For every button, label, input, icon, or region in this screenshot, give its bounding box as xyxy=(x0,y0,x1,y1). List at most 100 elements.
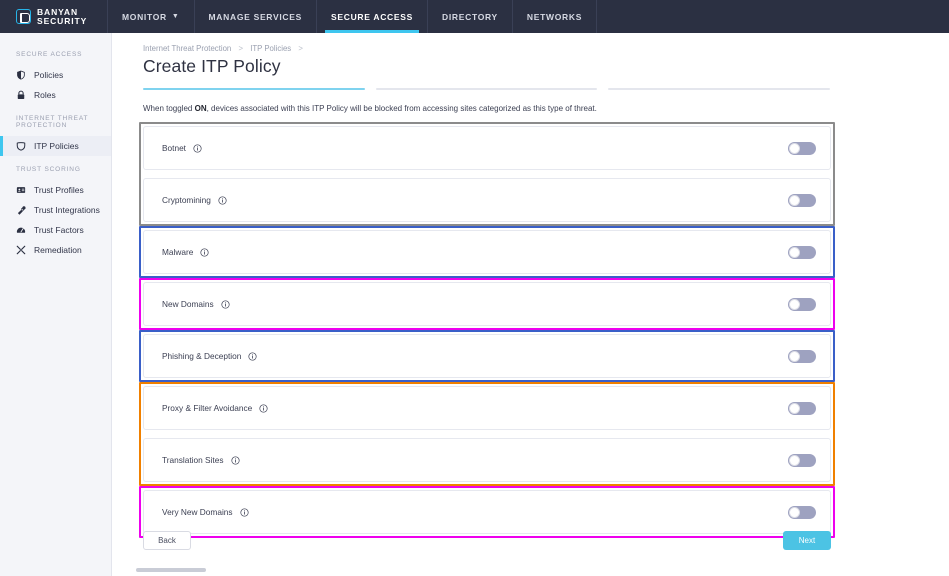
sidebar: SECURE ACCESS Policies Roles INTERNET THREA… xyxy=(0,33,112,576)
threat-label: Malware xyxy=(162,247,194,257)
sidebar-item-trust-factors[interactable]: Trust Factors xyxy=(0,220,111,240)
threat-row: Translation Sites xyxy=(143,438,831,482)
sidebar-item-label: Remediation xyxy=(34,245,82,255)
sidebar-item-itp-policies[interactable]: ITP Policies xyxy=(0,136,111,156)
info-icon[interactable] xyxy=(193,143,202,153)
toggle-knob xyxy=(789,350,800,362)
info-icon[interactable] xyxy=(248,351,257,361)
instruction-bold: ON xyxy=(194,104,207,113)
nav-item-directory[interactable]: DIRECTORY xyxy=(428,0,513,33)
sidebar-group-heading: INTERNET THREAT PROTECTION xyxy=(16,115,89,129)
threat-label: Phishing & Deception xyxy=(162,351,242,361)
sidebar-item-label: Trust Factors xyxy=(34,225,84,235)
toggle-knob xyxy=(789,194,800,206)
threat-row-label-group: Malware xyxy=(162,247,209,257)
wizard-step-1 xyxy=(143,88,365,90)
threat-toggle[interactable] xyxy=(788,245,816,259)
threat-row-label-group: Very New Domains xyxy=(162,507,249,517)
shield-icon xyxy=(16,70,26,80)
toggle-knob xyxy=(789,142,800,154)
threat-toggle[interactable] xyxy=(788,401,816,415)
info-icon[interactable] xyxy=(259,403,268,413)
threat-label: Cryptomining xyxy=(162,195,211,205)
breadcrumb-separator: > xyxy=(238,44,244,53)
threat-toggle[interactable] xyxy=(788,193,816,207)
instruction-suffix: , devices associated with this ITP Polic… xyxy=(206,104,597,113)
threat-row: Botnet xyxy=(143,126,831,170)
next-button[interactable]: Next xyxy=(783,531,831,550)
sidebar-item-label: ITP Policies xyxy=(34,141,79,151)
sidebar-item-label: Roles xyxy=(34,90,56,100)
sidebar-item-remediation[interactable]: Remediation xyxy=(0,240,111,260)
banyan-shield-icon xyxy=(16,9,31,24)
brand-line-2: SECURITY xyxy=(37,15,88,26)
gauge-icon xyxy=(16,225,26,235)
threat-category-list: Botnet Cryptomining Malware New Domains Phis… xyxy=(139,122,835,538)
toggle-knob xyxy=(789,402,800,414)
threat-row: Malware xyxy=(143,230,831,274)
threat-toggle[interactable] xyxy=(788,349,816,363)
info-icon[interactable] xyxy=(200,247,209,257)
page-title: Create ITP Policy xyxy=(143,56,281,76)
main-content: Internet Threat Protection > ITP Policie… xyxy=(112,33,949,576)
info-icon[interactable] xyxy=(230,455,240,465)
nav-primary-group: MANAGE SERVICES SECURE ACCESS DIRECTORY NET… xyxy=(193,0,598,33)
lock-icon xyxy=(16,90,26,100)
nav-monitor-label: MONITOR xyxy=(122,11,167,22)
sidebar-item-roles[interactable]: Roles xyxy=(0,85,111,105)
nav-item-manage-services[interactable]: MANAGE SERVICES xyxy=(195,0,318,33)
info-icon[interactable] xyxy=(218,195,227,205)
info-icon[interactable] xyxy=(240,507,249,517)
sidebar-item-label: Policies xyxy=(34,70,64,80)
wizard-stepper xyxy=(112,77,831,90)
toggle-knob xyxy=(789,454,800,466)
top-navigation-bar: BANYAN SECURITY MONITOR ▼ MANAGE SERVICE… xyxy=(0,0,949,33)
threat-row-label-group: Botnet xyxy=(162,143,202,153)
app-window: BANYAN SECURITY MONITOR ▼ MANAGE SERVICE… xyxy=(0,0,949,576)
sidebar-item-trust-profiles[interactable]: Trust Profiles xyxy=(0,180,111,200)
wizard-step-3 xyxy=(608,88,831,90)
horizontal-scrollbar-thumb[interactable] xyxy=(136,568,206,572)
tools-icon xyxy=(16,245,26,255)
threat-label: Proxy & Filter Avoidance xyxy=(162,403,253,413)
nav-item-secure-access[interactable]: SECURE ACCESS xyxy=(317,0,429,33)
nav-item-label: MANAGE SERVICES xyxy=(208,11,303,22)
threat-row-label-group: Phishing & Deception xyxy=(162,351,257,361)
sidebar-item-label: Trust Profiles xyxy=(34,185,84,195)
threat-label: Very New Domains xyxy=(162,507,233,517)
nav-item-label: SECURE ACCESS xyxy=(331,11,414,22)
threat-label: Translation Sites xyxy=(162,455,224,465)
sidebar-group-heading: TRUST SCORING xyxy=(16,166,81,173)
threat-toggle[interactable] xyxy=(788,297,816,311)
toggle-knob xyxy=(789,506,800,518)
threat-row: New Domains xyxy=(143,282,831,326)
threat-toggle[interactable] xyxy=(788,505,816,519)
toggle-knob xyxy=(789,246,800,258)
nav-item-networks[interactable]: NETWORKS xyxy=(513,0,598,33)
wizard-step-2 xyxy=(375,88,598,90)
threat-row: Proxy & Filter Avoidance xyxy=(143,386,831,430)
threat-toggle[interactable] xyxy=(788,453,816,467)
brand-logo[interactable]: BANYAN SECURITY xyxy=(0,0,108,33)
breadcrumb-separator-trailing: > xyxy=(298,44,303,53)
sidebar-group-heading: SECURE ACCESS xyxy=(16,51,83,58)
nav-item-label: DIRECTORY xyxy=(442,11,498,22)
breadcrumb-item-0[interactable]: Internet Threat Protection xyxy=(143,44,231,53)
instruction-prefix: When toggled xyxy=(143,104,195,113)
threat-row-label-group: Proxy & Filter Avoidance xyxy=(162,403,268,413)
threat-shield-icon xyxy=(16,141,26,151)
threat-toggle[interactable] xyxy=(788,141,816,155)
breadcrumb-item-1[interactable]: ITP Policies xyxy=(250,44,291,53)
sidebar-item-trust-integrations[interactable]: Trust Integrations xyxy=(0,200,111,220)
info-icon[interactable] xyxy=(221,299,230,309)
id-card-icon xyxy=(16,185,26,195)
back-button[interactable]: Back xyxy=(143,531,191,550)
sidebar-item-policies[interactable]: Policies xyxy=(0,65,111,85)
nav-monitor-dropdown[interactable]: MONITOR ▼ xyxy=(108,0,194,33)
wizard-footer: Back Next xyxy=(143,531,831,561)
sidebar-item-label: Trust Integrations xyxy=(34,205,100,215)
threat-row-label-group: Translation Sites xyxy=(162,455,240,465)
chevron-down-icon: ▼ xyxy=(171,13,180,20)
threat-row-label-group: Cryptomining xyxy=(162,195,227,205)
threat-row: Very New Domains xyxy=(143,490,831,534)
